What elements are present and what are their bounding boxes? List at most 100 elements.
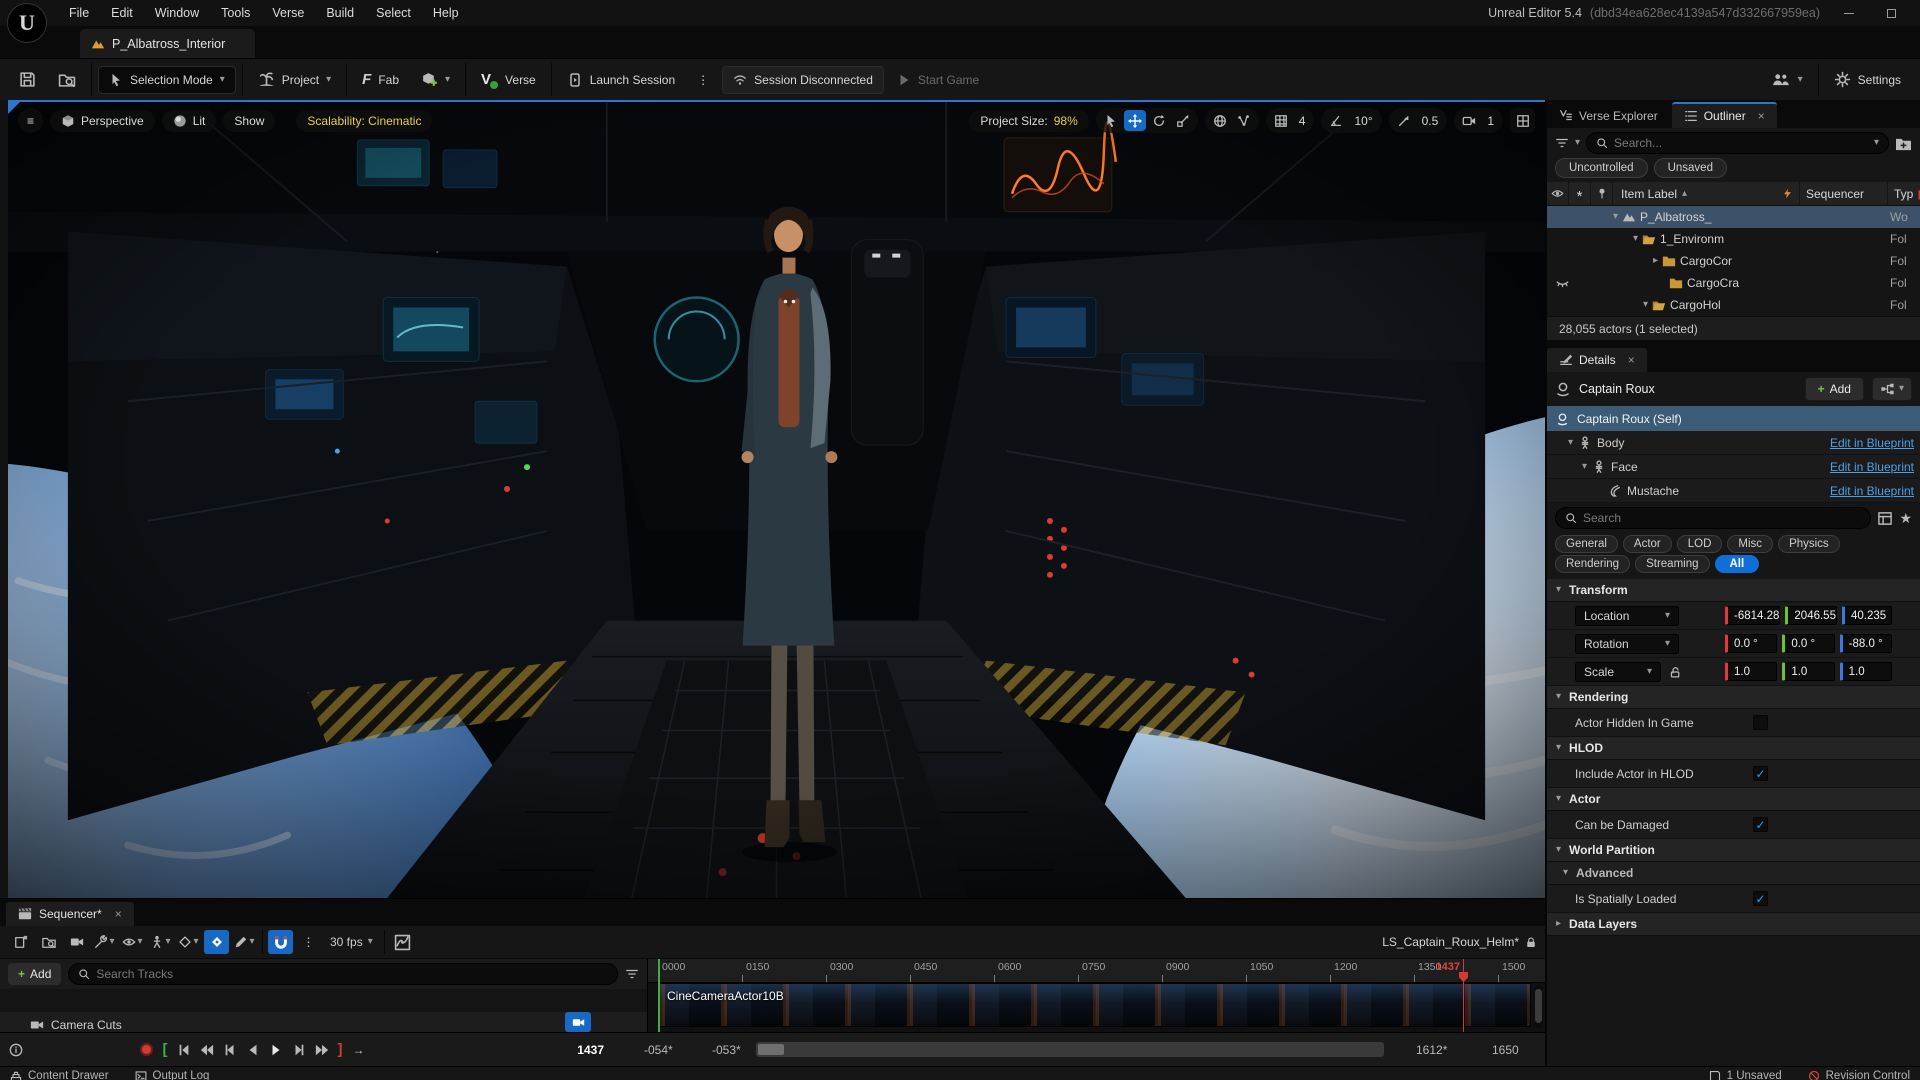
close-icon[interactable]: × bbox=[1758, 109, 1765, 123]
sequencer-column-header[interactable]: Sequencer bbox=[1800, 182, 1888, 205]
viewport-options-button[interactable]: ≡ bbox=[18, 108, 43, 133]
level-viewport[interactable]: ≡ Perspective Lit Show Scalability: Cine… bbox=[8, 100, 1545, 898]
details-filter-chip[interactable]: Rendering bbox=[1555, 555, 1631, 573]
include-hlod-checkbox[interactable]: ✓ bbox=[1753, 766, 1768, 781]
edit-in-blueprint-link[interactable]: Edit in Blueprint bbox=[1830, 460, 1914, 474]
details-filter-chip[interactable]: Streaming bbox=[1635, 555, 1710, 573]
outliner-row-world[interactable]: ▾ P_Albatross_ Wo bbox=[1547, 206, 1920, 228]
display-options-icon[interactable] bbox=[1877, 511, 1893, 526]
search-tracks-field[interactable] bbox=[68, 963, 618, 985]
details-filter-chip[interactable]: LOD bbox=[1676, 535, 1723, 553]
menu-item[interactable]: Edit bbox=[100, 1, 144, 25]
timeline-vertical-scrollbar[interactable] bbox=[1534, 985, 1543, 1028]
outliner-row-cargo-hold[interactable]: ▾ CargoHol Fol bbox=[1547, 294, 1920, 316]
revision-control-button[interactable]: Revision Control bbox=[1808, 1068, 1910, 1080]
can-damage-checkbox[interactable]: ✓ bbox=[1753, 817, 1768, 832]
rotation-z-field[interactable]: -88.0 ° bbox=[1839, 634, 1892, 653]
location-dropdown[interactable]: Location ▾ bbox=[1575, 605, 1679, 626]
track-camera-cuts[interactable]: Camera Cuts bbox=[0, 1012, 647, 1032]
section-transform[interactable]: ▾ Transform bbox=[1547, 579, 1920, 602]
timeline-scrollbar[interactable] bbox=[756, 1042, 1384, 1057]
details-search-field[interactable] bbox=[1555, 507, 1872, 529]
play-reverse-button[interactable] bbox=[241, 1039, 264, 1061]
filter-icon[interactable] bbox=[625, 967, 639, 981]
minimize-button[interactable] bbox=[1836, 4, 1862, 22]
browse-content-button[interactable] bbox=[49, 64, 85, 95]
details-filter-chip[interactable]: Actor bbox=[1622, 535, 1672, 553]
menu-item[interactable]: Verse bbox=[261, 1, 315, 25]
range-end-field[interactable]: 1650 bbox=[1492, 1043, 1519, 1057]
menu-item[interactable]: Build bbox=[315, 1, 365, 25]
chevron-down-icon[interactable]: ▾ bbox=[1874, 138, 1879, 148]
maximize-viewport-button[interactable] bbox=[1510, 108, 1535, 133]
expand-arrow-icon[interactable]: ▸ bbox=[1653, 256, 1658, 266]
timeline-ruler[interactable]: 0000 0150 0300 0450 0600 0750 0900 1050 1200 1350… bbox=[648, 959, 1545, 983]
step-back-button[interactable] bbox=[218, 1039, 241, 1061]
expand-arrow-icon[interactable]: ▾ bbox=[1613, 212, 1618, 222]
location-z-field[interactable]: 40.235 bbox=[1841, 606, 1892, 625]
camera-speed-button[interactable] bbox=[1458, 110, 1480, 131]
scale-z-field[interactable]: 1.0 bbox=[1839, 662, 1892, 681]
set-end-button[interactable]: ] bbox=[333, 1039, 347, 1061]
scale-snap-button[interactable] bbox=[1393, 110, 1415, 131]
add-component-button[interactable]: + Add bbox=[1804, 377, 1864, 401]
menu-item[interactable]: Select bbox=[365, 1, 422, 25]
details-filter-chip-all[interactable]: All bbox=[1714, 555, 1760, 573]
menu-item[interactable]: File bbox=[58, 1, 100, 25]
launch-session-button[interactable]: Launch Session bbox=[558, 65, 684, 95]
timeline-scrollbar-thumb[interactable] bbox=[758, 1044, 784, 1055]
favorites-column-header[interactable]: * bbox=[1569, 182, 1591, 205]
curve-editor-button[interactable] bbox=[390, 930, 415, 954]
add-track-button[interactable]: + Add bbox=[8, 963, 62, 985]
eye-closed-icon[interactable] bbox=[1555, 276, 1570, 290]
view-end-field[interactable]: 1612* bbox=[1416, 1043, 1447, 1057]
lock-icon[interactable] bbox=[1525, 936, 1537, 949]
to-front-button[interactable] bbox=[172, 1039, 195, 1061]
menu-item[interactable]: Window bbox=[144, 1, 210, 25]
actor-hidden-checkbox[interactable] bbox=[1753, 715, 1768, 730]
type-column-header[interactable]: Typ▮ bbox=[1888, 187, 1920, 201]
camera-speed-value[interactable]: 1 bbox=[1482, 114, 1499, 128]
tab-outliner[interactable]: Outliner × bbox=[1671, 102, 1777, 128]
grid-snap-value[interactable]: 4 bbox=[1294, 114, 1311, 128]
unreal-logo-icon[interactable]: U bbox=[7, 3, 47, 43]
rotate-tool-button[interactable] bbox=[1148, 110, 1170, 131]
next-key-button[interactable] bbox=[310, 1039, 333, 1061]
world-space-button[interactable] bbox=[1209, 110, 1231, 131]
spatially-loaded-checkbox[interactable]: ✓ bbox=[1753, 891, 1768, 906]
viewport-show-dropdown[interactable]: Show bbox=[223, 109, 276, 132]
menu-item[interactable]: Help bbox=[422, 1, 470, 25]
outliner-row-cargo-container[interactable]: ▸ CargoCor Fol bbox=[1547, 250, 1920, 272]
expand-arrow-icon[interactable]: ▾ bbox=[1568, 437, 1573, 448]
outliner-filter-icon[interactable] bbox=[1555, 136, 1569, 150]
render-movie-button[interactable] bbox=[64, 930, 89, 954]
expand-arrow-icon[interactable]: ▾ bbox=[1633, 234, 1638, 244]
start-game-button[interactable]: Start Game bbox=[888, 66, 988, 94]
playback-start-marker[interactable] bbox=[658, 959, 660, 1032]
rotation-snap-button[interactable] bbox=[1325, 110, 1347, 131]
sequencer-timeline[interactable]: 0000 0150 0300 0450 0600 0750 0900 1050 1200 1350… bbox=[648, 959, 1545, 1032]
component-view-dropdown[interactable]: ▾ bbox=[1871, 377, 1912, 401]
settings-button[interactable]: Settings bbox=[1825, 64, 1910, 95]
component-row-body[interactable]: ▾ Body Edit in Blueprint bbox=[1547, 431, 1920, 455]
selection-mode-dropdown[interactable]: Selection Mode ▾ bbox=[98, 65, 236, 94]
outliner-filter-chip[interactable]: Unsaved bbox=[1653, 158, 1727, 178]
record-button[interactable] bbox=[135, 1039, 158, 1061]
tab-sequencer[interactable]: Sequencer* × bbox=[6, 902, 134, 926]
grid-snap-button[interactable] bbox=[1270, 110, 1292, 131]
section-world-partition[interactable]: ▾ World Partition bbox=[1547, 839, 1920, 862]
component-row-face[interactable]: ▾ Face Edit in Blueprint bbox=[1547, 455, 1920, 479]
rotation-x-field[interactable]: 0.0 ° bbox=[1725, 634, 1778, 653]
verse-button[interactable]: V Verse bbox=[472, 64, 545, 96]
component-row-self[interactable]: Captain Roux (Self) bbox=[1547, 406, 1920, 431]
favorites-icon[interactable]: ★ bbox=[1899, 510, 1912, 527]
section-actor[interactable]: ▾ Actor bbox=[1547, 788, 1920, 811]
tab-level-asset[interactable]: P_Albatross_Interior bbox=[80, 29, 256, 58]
info-button[interactable] bbox=[4, 1039, 27, 1061]
expand-arrow-icon[interactable]: ▾ bbox=[1582, 461, 1587, 472]
outliner-filter-chip[interactable]: Uncontrolled bbox=[1555, 158, 1648, 178]
tab-details[interactable]: Details × bbox=[1547, 348, 1647, 372]
outliner-search-input[interactable] bbox=[1614, 136, 1868, 150]
snap-button[interactable] bbox=[268, 930, 293, 954]
section-data-layers[interactable]: ▸ Data Layers bbox=[1547, 913, 1920, 936]
